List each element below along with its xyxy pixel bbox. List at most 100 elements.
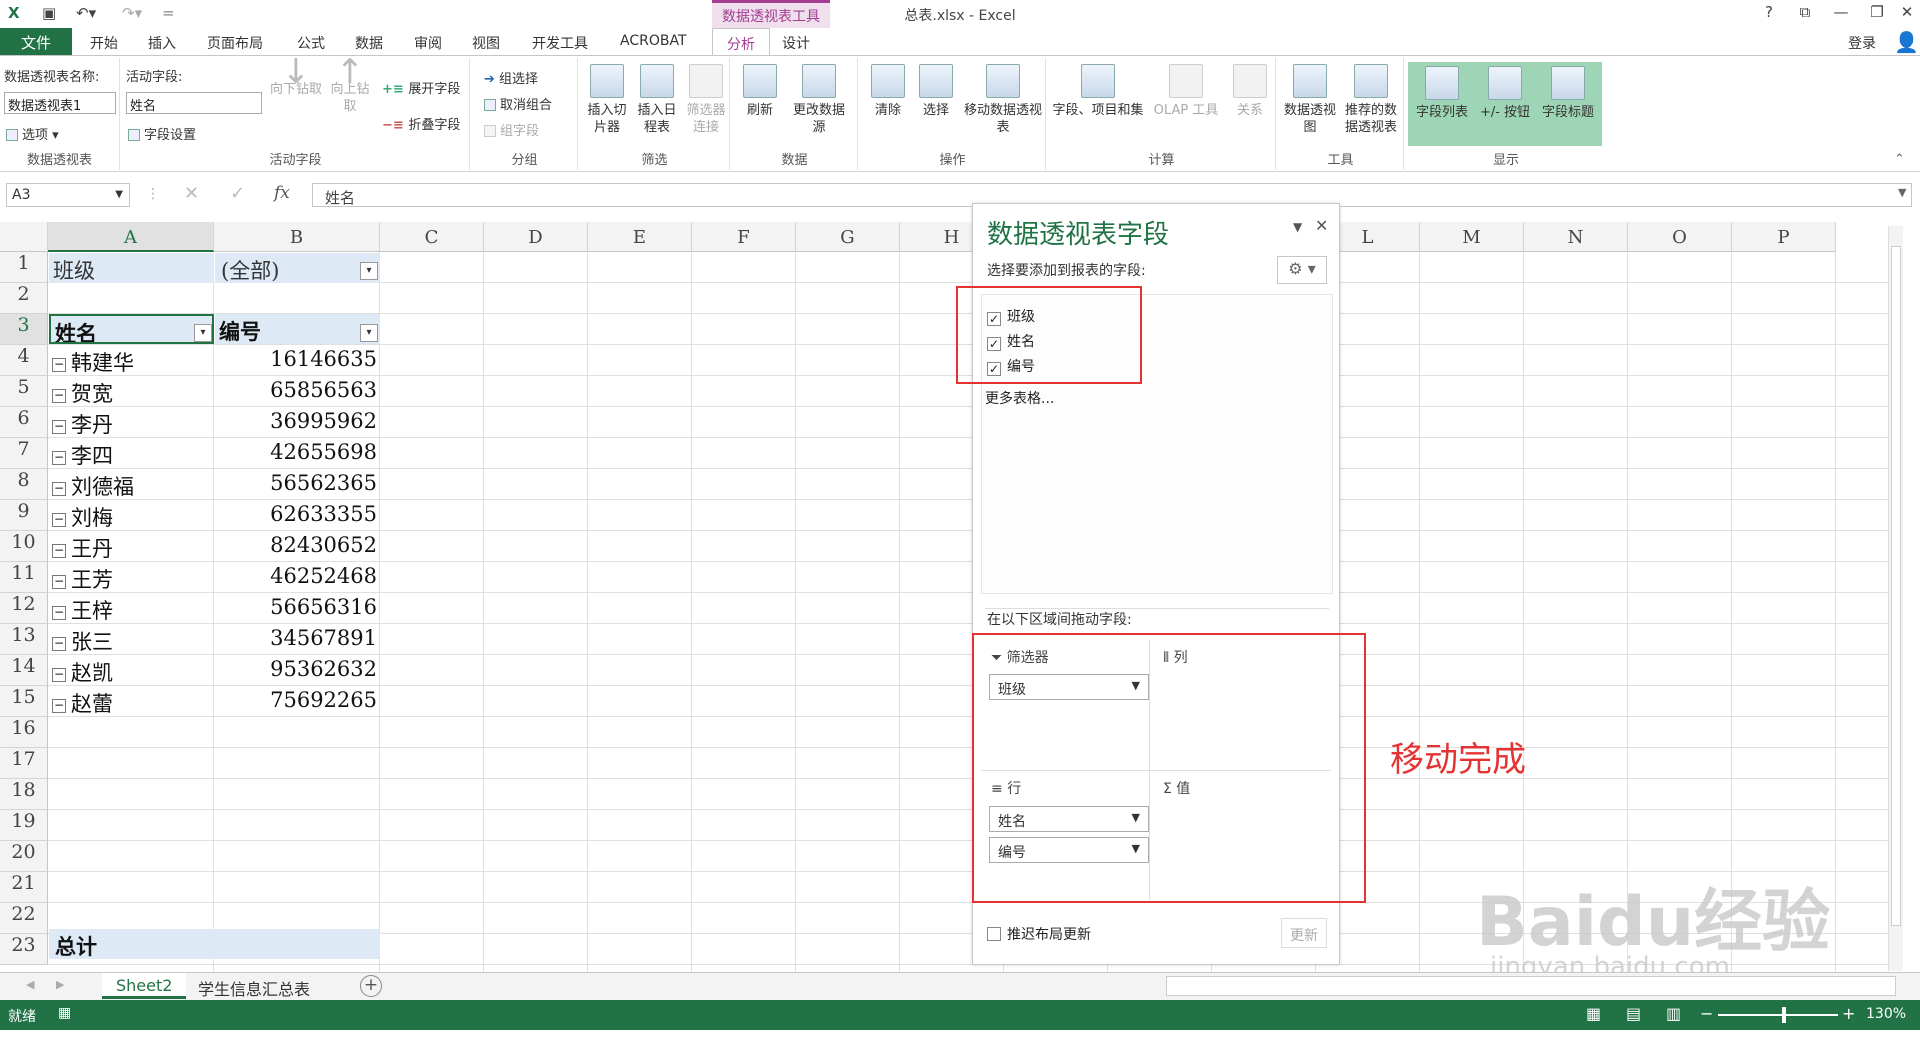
column-header-e[interactable]: E bbox=[588, 222, 692, 252]
sheet-tab-summary[interactable]: 学生信息汇总表 bbox=[184, 973, 324, 999]
ribbon-display-icon[interactable]: ⧉ bbox=[1790, 3, 1820, 21]
column-header-d[interactable]: D bbox=[484, 222, 588, 252]
pivot-row-id[interactable]: 65856563 bbox=[215, 378, 377, 402]
select-button[interactable]: 选择 bbox=[914, 64, 958, 119]
column-header-n[interactable]: N bbox=[1524, 222, 1628, 252]
pivot-row-id[interactable]: 16146635 bbox=[215, 347, 377, 371]
pivot-row-label[interactable]: − 王梓 bbox=[52, 595, 212, 625]
active-field-input[interactable]: 姓名 bbox=[126, 92, 262, 114]
pivot-row-id[interactable]: 82430652 bbox=[215, 533, 377, 557]
collapse-minus-icon[interactable]: − bbox=[52, 544, 66, 558]
row-label-header[interactable]: 姓名 bbox=[49, 314, 214, 344]
collapse-minus-icon[interactable]: − bbox=[52, 482, 66, 496]
cancel-icon[interactable]: ✕ bbox=[184, 183, 199, 204]
row-header-14[interactable]: 14 bbox=[0, 655, 48, 686]
row-label-dropdown[interactable]: ▾ bbox=[194, 324, 212, 342]
zoom-slider[interactable] bbox=[1718, 1014, 1838, 1016]
close-icon[interactable]: ✕ bbox=[1892, 3, 1920, 21]
insert-slicer-button[interactable]: 插入切片器 bbox=[584, 64, 630, 136]
pivot-name-input[interactable]: 数据透视表1 bbox=[4, 92, 116, 114]
pivot-row-id[interactable]: 62633355 bbox=[215, 502, 377, 526]
column-header-p[interactable]: P bbox=[1732, 222, 1836, 252]
column-header-a[interactable]: A bbox=[48, 222, 214, 252]
move-pivot-button[interactable]: 移动数据透视表 bbox=[964, 64, 1042, 136]
tab-developer[interactable]: 开发工具 bbox=[526, 31, 594, 55]
column-header-f[interactable]: F bbox=[692, 222, 796, 252]
row-header-5[interactable]: 5 bbox=[0, 376, 48, 407]
row-header-11[interactable]: 11 bbox=[0, 562, 48, 593]
row-header-10[interactable]: 10 bbox=[0, 531, 48, 562]
page-break-view-icon[interactable]: ▥ bbox=[1666, 1004, 1681, 1023]
insert-function-icon[interactable]: fx bbox=[274, 183, 290, 203]
column-header-o[interactable]: O bbox=[1628, 222, 1732, 252]
pivot-chart-button[interactable]: 数据透视图 bbox=[1282, 64, 1338, 136]
tab-design[interactable]: 设计 bbox=[776, 31, 816, 55]
more-tables-link[interactable]: 更多表格... bbox=[985, 388, 1054, 408]
tab-file[interactable]: 文件 bbox=[0, 28, 72, 55]
row-header-7[interactable]: 7 bbox=[0, 438, 48, 469]
row-header-17[interactable]: 17 bbox=[0, 748, 48, 779]
help-icon[interactable]: ? bbox=[1754, 3, 1784, 21]
tab-page-layout[interactable]: 页面布局 bbox=[201, 31, 269, 55]
collapse-minus-icon[interactable]: − bbox=[52, 637, 66, 651]
row-header-1[interactable]: 1 bbox=[0, 252, 48, 283]
name-box[interactable]: A3 ▼ bbox=[6, 183, 130, 207]
pivot-row-label[interactable]: − 韩建华 bbox=[52, 347, 212, 377]
expand-formula-icon[interactable]: ▼ bbox=[1898, 186, 1906, 199]
checkbox-unchecked-icon[interactable] bbox=[987, 927, 1001, 941]
sheet-tab-sheet2[interactable]: Sheet2 bbox=[102, 973, 187, 999]
row-header-16[interactable]: 16 bbox=[0, 717, 48, 748]
pivot-row-label[interactable]: − 李丹 bbox=[52, 409, 212, 439]
row-header-23[interactable]: 23 bbox=[0, 934, 48, 965]
pivot-row-id[interactable]: 42655698 bbox=[215, 440, 377, 464]
zoom-level[interactable]: 130% bbox=[1866, 1006, 1906, 1022]
worksheet-grid[interactable]: ABCDEFGHIJKLMNOP 12345678910111213141516… bbox=[0, 222, 1903, 972]
zoom-slider-thumb[interactable] bbox=[1782, 1007, 1786, 1023]
pivot-row-id[interactable]: 95362632 bbox=[215, 657, 377, 681]
row-header-21[interactable]: 21 bbox=[0, 872, 48, 903]
row-header-4[interactable]: 4 bbox=[0, 345, 48, 376]
column-label-header[interactable]: 编号 bbox=[215, 314, 380, 344]
restore-icon[interactable]: ❐ bbox=[1862, 3, 1892, 21]
row-header-9[interactable]: 9 bbox=[0, 500, 48, 531]
change-source-button[interactable]: 更改数据源 bbox=[788, 64, 850, 136]
row-header-13[interactable]: 13 bbox=[0, 624, 48, 655]
filter-label-cell[interactable]: 班级 bbox=[49, 253, 214, 283]
pivot-row-label[interactable]: − 赵凯 bbox=[52, 657, 212, 687]
group-selection-button[interactable]: ➔ 组选择 bbox=[484, 68, 538, 87]
signin-link[interactable]: 登录 bbox=[1842, 31, 1882, 55]
pivot-row-label[interactable]: − 贺宽 bbox=[52, 378, 212, 408]
row-header-22[interactable]: 22 bbox=[0, 903, 48, 934]
tab-home[interactable]: 开始 bbox=[84, 31, 124, 55]
clear-button[interactable]: 清除 bbox=[866, 64, 910, 119]
column-header-m[interactable]: M bbox=[1420, 222, 1524, 252]
enter-icon[interactable]: ✓ bbox=[230, 183, 245, 204]
column-label-dropdown[interactable]: ▾ bbox=[360, 324, 378, 342]
collapse-field-button[interactable]: −≡ 折叠字段 bbox=[382, 114, 460, 133]
row-header-20[interactable]: 20 bbox=[0, 841, 48, 872]
row-header-8[interactable]: 8 bbox=[0, 469, 48, 500]
collapse-minus-icon[interactable]: − bbox=[52, 389, 66, 403]
page-layout-view-icon[interactable]: ▤ bbox=[1626, 1004, 1641, 1023]
collapse-minus-icon[interactable]: − bbox=[52, 668, 66, 682]
pivot-row-id[interactable]: 46252468 bbox=[215, 564, 377, 588]
scrollbar-thumb[interactable] bbox=[1891, 246, 1901, 926]
collapse-minus-icon[interactable]: − bbox=[52, 606, 66, 620]
field-settings-button[interactable]: 字段设置 bbox=[128, 124, 196, 143]
drill-up-button[interactable]: ↑ 向上钻取 bbox=[328, 55, 372, 115]
pivot-row-label[interactable]: − 赵蕾 bbox=[52, 688, 212, 718]
update-button[interactable]: 更新 bbox=[1281, 918, 1327, 948]
panel-settings-button[interactable]: ⚙ ▾ bbox=[1277, 256, 1327, 284]
collapse-minus-icon[interactable]: − bbox=[52, 451, 66, 465]
pivot-row-id[interactable]: 75692265 bbox=[215, 688, 377, 712]
pivot-row-label[interactable]: − 王芳 bbox=[52, 564, 212, 594]
tab-view[interactable]: 视图 bbox=[466, 31, 506, 55]
ungroup-button[interactable]: 取消组合 bbox=[484, 94, 552, 113]
pivot-row-label[interactable]: − 王丹 bbox=[52, 533, 212, 563]
pivot-row-label[interactable]: − 刘德福 bbox=[52, 471, 212, 501]
filter-connections-button[interactable]: 筛选器连接 bbox=[684, 64, 728, 136]
zoom-out-icon[interactable]: − bbox=[1700, 1004, 1713, 1023]
fields-items-sets-button[interactable]: 字段、项目和集 bbox=[1052, 64, 1144, 119]
zoom-in-icon[interactable]: + bbox=[1842, 1004, 1855, 1023]
row-header-12[interactable]: 12 bbox=[0, 593, 48, 624]
